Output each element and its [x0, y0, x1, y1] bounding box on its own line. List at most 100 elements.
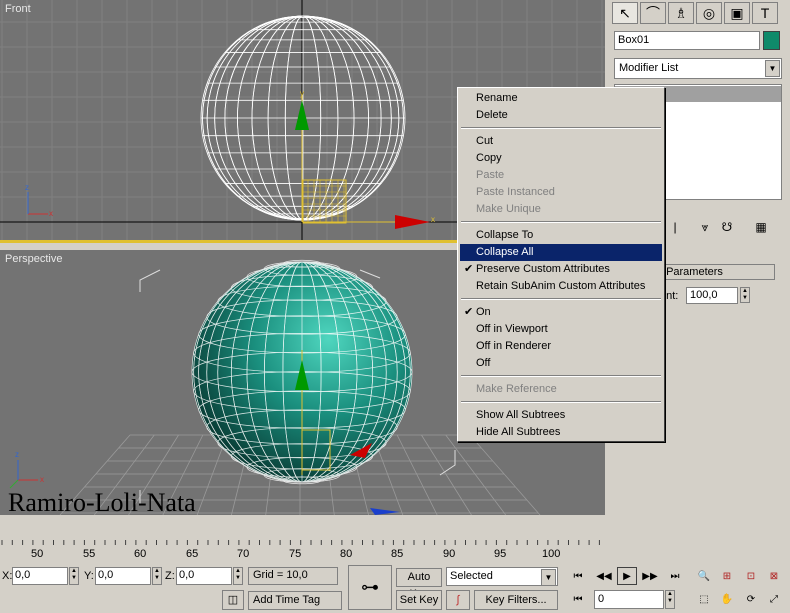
menu-item-hide-all-subtrees[interactable]: Hide All Subtrees — [460, 424, 662, 441]
configure-sets-icon[interactable]: ▦ — [750, 216, 772, 238]
menu-item-label: Delete — [476, 109, 508, 121]
x-axis-gizmo[interactable] — [395, 215, 430, 229]
previous-frame-icon[interactable]: ◀◀ — [594, 567, 614, 585]
zoom-all-icon[interactable]: ⊞ — [717, 567, 737, 585]
menu-item-cut[interactable]: Cut — [460, 133, 662, 150]
maximize-viewport-icon[interactable]: ⤢ — [764, 590, 784, 608]
timeline-tick-label: 50 — [31, 548, 44, 560]
create-tab[interactable]: ↖ — [612, 2, 638, 24]
key-filters-button[interactable]: Key Filters... — [474, 590, 558, 610]
menu-item-label: Rename — [476, 92, 518, 104]
menu-item-off-in-viewport[interactable]: Off in Viewport — [460, 321, 662, 338]
menu-separator — [461, 401, 661, 403]
menu-separator — [461, 221, 661, 223]
menu-separator — [461, 298, 661, 300]
display-tab[interactable]: ▣ — [724, 2, 750, 24]
modify-tab[interactable]: ⌒ — [640, 2, 666, 24]
menu-item-make-reference: Make Reference — [460, 381, 662, 398]
key-mode-icon[interactable]: ∫ — [446, 590, 470, 610]
svg-text:x: x — [40, 475, 44, 484]
menu-item-label: Copy — [476, 152, 502, 164]
orbit-icon[interactable]: ⟳ — [741, 590, 761, 608]
z-axis-gizmo-persp[interactable] — [370, 508, 400, 515]
selection-set-value: Selected — [450, 570, 493, 582]
object-name-field[interactable]: Box01 — [614, 31, 760, 50]
axis-tripod-persp-icon: x z — [9, 450, 44, 489]
modifier-list-dropdown[interactable]: Modifier List ▼ — [614, 58, 782, 79]
svg-text:x: x — [431, 215, 435, 224]
hierarchy-tab[interactable]: ♗ — [668, 2, 694, 24]
menu-item-paste-instanced: Paste Instanced — [460, 184, 662, 201]
grid-display: Grid = 10,0 — [248, 567, 338, 585]
zoom-extents-icon[interactable]: ⊡ — [741, 567, 761, 585]
x-coord-field[interactable]: 0,0 — [12, 567, 68, 585]
make-unique-icon[interactable]: ☋ — [716, 216, 738, 238]
menu-item-label: Paste Instanced — [476, 186, 555, 198]
menu-item-label: Preserve Custom Attributes — [476, 263, 610, 275]
menu-item-preserve-custom-attributes[interactable]: ✔ Preserve Custom Attributes — [460, 261, 662, 278]
menu-item-delete[interactable]: Delete — [460, 107, 662, 124]
auto-key-button[interactable]: Auto Key — [396, 568, 442, 600]
chevron-down-icon[interactable]: ▼ — [541, 569, 556, 586]
show-end-result-icon[interactable]: ⩔ — [694, 216, 716, 238]
pin-stack-icon[interactable]: | — [664, 216, 686, 238]
status-bar: X: 0,0 ▲ ▼ Y: 0,0 ▲ ▼ Z: 0,0 ▲ ▼ Grid = 10,… — [0, 565, 790, 613]
cursor-icon: ↖ — [619, 4, 631, 21]
menu-item-retain-subanim[interactable]: Retain SubAnim Custom Attributes — [460, 278, 662, 295]
menu-item-label: Make Reference — [476, 383, 557, 395]
viewport-label-front[interactable]: Front — [5, 3, 31, 15]
y-axis-gizmo[interactable] — [295, 100, 309, 130]
utilities-hammer-icon: T — [760, 5, 770, 21]
chevron-down-icon[interactable]: ▼ — [765, 60, 780, 77]
percent-field[interactable]: 100,0 — [686, 287, 738, 304]
menu-item-rename[interactable]: Rename — [460, 90, 662, 107]
go-to-start-icon[interactable]: ⏮ — [568, 567, 588, 585]
frame-spinner[interactable]: ▲ ▼ — [665, 590, 675, 609]
menu-item-collapse-all[interactable]: Collapse All — [460, 244, 662, 261]
region-zoom-icon[interactable]: ⬚ — [694, 590, 714, 608]
timeline-tick-label: 90 — [443, 548, 456, 560]
axis-tripod-icon: x z — [25, 183, 53, 218]
z-coord-field[interactable]: 0,0 — [176, 567, 232, 585]
object-color-swatch[interactable] — [763, 31, 780, 50]
motion-tab[interactable]: ◎ — [696, 2, 722, 24]
timeline-tick-label: 100 — [542, 548, 561, 560]
svg-text:z: z — [25, 183, 29, 192]
y-spinner[interactable]: ▲ ▼ — [152, 567, 162, 585]
current-frame-field[interactable]: 0 — [594, 590, 664, 609]
menu-item-label: Collapse To — [476, 229, 534, 241]
menu-item-copy[interactable]: Copy — [460, 150, 662, 167]
menu-item-label: Off in Renderer — [476, 340, 552, 352]
svg-text:z: z — [15, 450, 19, 459]
go-to-end-icon[interactable]: ⏭ — [665, 567, 685, 585]
menu-item-label: Cut — [476, 135, 494, 147]
timeline-tick-label: 65 — [186, 548, 199, 560]
play-icon[interactable]: ▶ — [617, 567, 637, 585]
next-frame-icon[interactable]: ▶▶ — [640, 567, 660, 585]
percent-spinner[interactable]: ▲ ▼ — [740, 287, 750, 303]
time-tag-icon[interactable]: ◫ — [222, 590, 244, 610]
viewport-label-perspective[interactable]: Perspective — [5, 253, 62, 265]
pan-hand-icon[interactable]: ✋ — [717, 590, 737, 608]
menu-item-show-all-subtrees[interactable]: Show All Subtrees — [460, 407, 662, 424]
z-spinner[interactable]: ▲ ▼ — [233, 567, 243, 585]
modify-bend-icon: ⌒ — [646, 5, 660, 21]
menu-item-label: Collapse All — [476, 246, 534, 258]
key-mode-toggle-icon[interactable]: ⏮ — [568, 590, 588, 608]
svg-text:y: y — [300, 89, 304, 98]
menu-item-collapse-to[interactable]: Collapse To — [460, 227, 662, 244]
x-coord-label: X: — [2, 570, 13, 582]
modifier-list-label: Modifier List — [619, 62, 679, 74]
menu-item-off[interactable]: Off — [460, 355, 662, 372]
menu-item-on[interactable]: ✔ On — [460, 304, 662, 321]
set-key-button[interactable]: Set Key — [396, 590, 442, 610]
add-time-tag[interactable]: Add Time Tag — [248, 591, 342, 610]
y-coord-field[interactable]: 0,0 — [95, 567, 151, 585]
zoom-icon[interactable]: 🔍 — [694, 567, 714, 585]
set-key-icon[interactable]: ⊶ — [348, 565, 392, 610]
x-spinner[interactable]: ▲ ▼ — [69, 567, 79, 585]
utilities-tab[interactable]: T — [752, 2, 778, 24]
zoom-extents-all-icon[interactable]: ⊠ — [764, 567, 784, 585]
menu-item-off-in-renderer[interactable]: Off in Renderer — [460, 338, 662, 355]
selection-set-dropdown[interactable]: Selected ▼ — [446, 567, 558, 586]
